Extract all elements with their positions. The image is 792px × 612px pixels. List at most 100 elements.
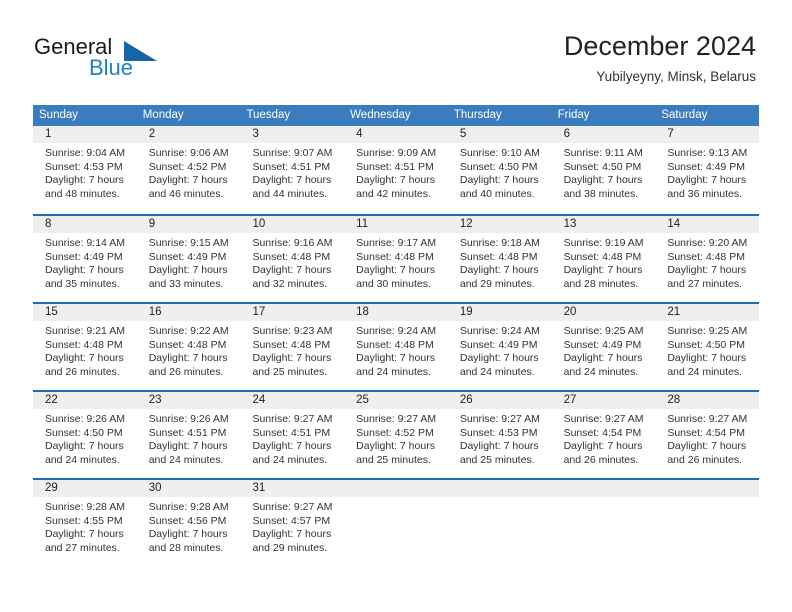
day-cell[interactable]: 27 Sunrise: 9:27 AM Sunset: 4:54 PM Dayligh… xyxy=(551,392,656,478)
sunrise-text: Sunrise: 9:27 AM xyxy=(563,413,644,425)
day-cell[interactable]: 18 Sunrise: 9:24 AM Sunset: 4:48 PM Dayligh… xyxy=(344,304,448,390)
day-number: 31 xyxy=(252,482,266,494)
day-cell[interactable]: 5 Sunrise: 9:10 AM Sunset: 4:50 PM Daylight… xyxy=(447,126,552,214)
daylight-text-line1: Daylight: 7 hours xyxy=(45,174,124,187)
day-details: Sunrise: 9:13 AM Sunset: 4:49 PM Daylight:… xyxy=(661,143,753,201)
day-cell[interactable]: 26 Sunrise: 9:27 AM Sunset: 4:53 PM Dayligh… xyxy=(447,392,552,478)
day-cell[interactable]: 28 Sunrise: 9:27 AM Sunset: 4:54 PM Dayligh… xyxy=(655,392,760,478)
sunset-text: Sunset: 4:49 PM xyxy=(45,250,123,263)
sunset-text: Sunset: 4:55 PM xyxy=(45,514,123,527)
sunrise-text: Sunrise: 9:22 AM xyxy=(148,325,229,337)
day-cell[interactable]: 11 Sunrise: 9:17 AM Sunset: 4:48 PM Dayligh… xyxy=(344,216,448,302)
day-cell-empty xyxy=(551,480,656,566)
day-cell[interactable]: 25 Sunrise: 9:27 AM Sunset: 4:52 PM Dayligh… xyxy=(344,392,448,478)
daylight-text-line2: and 25 minutes. xyxy=(252,365,328,378)
day-cell[interactable]: 30 Sunrise: 9:28 AM Sunset: 4:56 PM Dayligh… xyxy=(136,480,241,566)
day-cell[interactable]: 10 Sunrise: 9:16 AM Sunset: 4:48 PM Dayligh… xyxy=(240,216,345,302)
day-cell[interactable]: 12 Sunrise: 9:18 AM Sunset: 4:48 PM Dayligh… xyxy=(447,216,552,302)
sunset-text: Sunset: 4:48 PM xyxy=(252,250,331,263)
day-cell[interactable]: 22 Sunrise: 9:26 AM Sunset: 4:50 PM Dayligh… xyxy=(33,392,137,478)
day-cell[interactable]: 2 Sunrise: 9:06 AM Sunset: 4:52 PM Daylight… xyxy=(136,126,241,214)
daylight-text-line1: Daylight: 7 hours xyxy=(563,352,643,365)
day-cell[interactable]: 31 Sunrise: 9:27 AM Sunset: 4:57 PM Dayligh… xyxy=(240,480,345,566)
daylight-text-line2: and 27 minutes. xyxy=(667,277,743,290)
day-number: 19 xyxy=(459,306,473,318)
daylight-text-line1: Daylight: 7 hours xyxy=(45,264,124,277)
day-cell[interactable]: 23 Sunrise: 9:26 AM Sunset: 4:51 PM Dayligh… xyxy=(136,392,241,478)
daylight-text-line1: Daylight: 7 hours xyxy=(459,264,539,277)
sunrise-text: Sunrise: 9:27 AM xyxy=(356,413,437,425)
day-number: 24 xyxy=(252,394,266,406)
day-details: Sunrise: 9:27 AM Sunset: 4:57 PM Daylight:… xyxy=(246,497,338,555)
day-cell[interactable]: 17 Sunrise: 9:23 AM Sunset: 4:48 PM Dayligh… xyxy=(240,304,345,390)
sunset-text: Sunset: 4:48 PM xyxy=(667,250,745,263)
sunrise-text: Sunrise: 9:26 AM xyxy=(45,413,125,425)
day-number: 7 xyxy=(667,128,674,140)
day-cell[interactable]: 19 Sunrise: 9:24 AM Sunset: 4:49 PM Dayligh… xyxy=(447,304,552,390)
day-details: Sunrise: 9:21 AM Sunset: 4:48 PM Daylight:… xyxy=(39,321,131,379)
sunset-text: Sunset: 4:48 PM xyxy=(148,338,227,351)
sunset-text: Sunset: 4:50 PM xyxy=(563,160,642,173)
sunset-text: Sunset: 4:49 PM xyxy=(667,160,745,173)
day-number: 12 xyxy=(459,218,473,230)
daylight-text-line2: and 24 minutes. xyxy=(148,453,224,466)
day-number: 4 xyxy=(356,128,363,140)
daylight-text-line2: and 26 minutes. xyxy=(563,453,639,466)
day-details: Sunrise: 9:27 AM Sunset: 4:52 PM Daylight:… xyxy=(350,409,442,467)
sunset-text: Sunset: 4:57 PM xyxy=(252,514,331,527)
sunrise-text: Sunrise: 9:14 AM xyxy=(45,237,125,249)
daylight-text-line1: Daylight: 7 hours xyxy=(459,352,539,365)
daylight-text-line2: and 28 minutes. xyxy=(563,277,639,290)
general-blue-logo[interactable]: General Blue xyxy=(34,35,264,90)
week-row: 29 Sunrise: 9:28 AM Sunset: 4:55 PM Dayligh… xyxy=(33,478,760,566)
sunset-text: Sunset: 4:50 PM xyxy=(45,426,123,439)
day-number: 23 xyxy=(148,394,162,406)
weekday-header-wednesday: Wednesday xyxy=(350,109,411,121)
day-cell[interactable]: 9 Sunrise: 9:15 AM Sunset: 4:49 PM Daylight… xyxy=(136,216,241,302)
daylight-text-line2: and 38 minutes. xyxy=(563,187,639,200)
day-number-band xyxy=(447,480,552,497)
day-cell[interactable]: 13 Sunrise: 9:19 AM Sunset: 4:48 PM Dayligh… xyxy=(551,216,656,302)
day-number: 25 xyxy=(356,394,369,406)
day-cell[interactable]: 6 Sunrise: 9:11 AM Sunset: 4:50 PM Daylight… xyxy=(551,126,656,214)
week-row-inner: 29 Sunrise: 9:28 AM Sunset: 4:55 PM Dayligh… xyxy=(33,480,760,566)
day-details: Sunrise: 9:23 AM Sunset: 4:48 PM Daylight:… xyxy=(246,321,338,379)
daylight-text-line2: and 24 minutes. xyxy=(667,365,743,378)
day-number: 1 xyxy=(45,128,52,140)
day-cell[interactable]: 14 Sunrise: 9:20 AM Sunset: 4:48 PM Dayligh… xyxy=(655,216,760,302)
day-details: Sunrise: 9:09 AM Sunset: 4:51 PM Daylight:… xyxy=(350,143,442,201)
daylight-text-line1: Daylight: 7 hours xyxy=(45,352,124,365)
weekday-header-saturday: Saturday xyxy=(661,109,708,121)
weekday-header-sunday: Sunday xyxy=(39,109,79,121)
day-cell[interactable]: 3 Sunrise: 9:07 AM Sunset: 4:51 PM Daylight… xyxy=(240,126,345,214)
day-cell[interactable]: 15 Sunrise: 9:21 AM Sunset: 4:48 PM Dayligh… xyxy=(33,304,137,390)
day-number: 13 xyxy=(563,218,577,230)
day-cell[interactable]: 21 Sunrise: 9:25 AM Sunset: 4:50 PM Dayligh… xyxy=(655,304,760,390)
day-cell[interactable]: 8 Sunrise: 9:14 AM Sunset: 4:49 PM Daylight… xyxy=(33,216,137,302)
week-row-inner: 1 Sunrise: 9:04 AM Sunset: 4:53 PM Daylight… xyxy=(33,126,760,214)
day-number-band xyxy=(551,480,656,497)
day-cell[interactable]: 20 Sunrise: 9:25 AM Sunset: 4:49 PM Dayligh… xyxy=(551,304,656,390)
day-cell[interactable]: 7 Sunrise: 9:13 AM Sunset: 4:49 PM Daylight… xyxy=(655,126,760,214)
day-number: 30 xyxy=(148,482,162,494)
daylight-text-line2: and 30 minutes. xyxy=(356,277,431,290)
day-details: Sunrise: 9:24 AM Sunset: 4:48 PM Daylight:… xyxy=(350,321,442,379)
sunset-text: Sunset: 4:52 PM xyxy=(148,160,227,173)
page-title: December 2024 xyxy=(563,31,756,61)
sunrise-text: Sunrise: 9:04 AM xyxy=(45,147,125,159)
day-number: 26 xyxy=(459,394,473,406)
sunrise-text: Sunrise: 9:18 AM xyxy=(459,237,540,249)
daylight-text-line2: and 24 minutes. xyxy=(459,365,535,378)
day-cell[interactable]: 29 Sunrise: 9:28 AM Sunset: 4:55 PM Dayligh… xyxy=(33,480,137,566)
day-cell[interactable]: 4 Sunrise: 9:09 AM Sunset: 4:51 PM Daylight… xyxy=(344,126,448,214)
day-cell[interactable]: 1 Sunrise: 9:04 AM Sunset: 4:53 PM Daylight… xyxy=(33,126,137,214)
sunset-text: Sunset: 4:50 PM xyxy=(667,338,745,351)
sunrise-text: Sunrise: 9:24 AM xyxy=(459,325,540,337)
day-cell[interactable]: 24 Sunrise: 9:27 AM Sunset: 4:51 PM Dayligh… xyxy=(240,392,345,478)
day-number: 6 xyxy=(563,128,570,140)
sunrise-text: Sunrise: 9:19 AM xyxy=(563,237,644,249)
day-details: Sunrise: 9:10 AM Sunset: 4:50 PM Daylight:… xyxy=(454,143,546,201)
day-cell[interactable]: 16 Sunrise: 9:22 AM Sunset: 4:48 PM Dayligh… xyxy=(136,304,241,390)
day-details: Sunrise: 9:27 AM Sunset: 4:54 PM Daylight:… xyxy=(661,409,753,467)
day-details: Sunrise: 9:14 AM Sunset: 4:49 PM Daylight:… xyxy=(39,233,131,291)
